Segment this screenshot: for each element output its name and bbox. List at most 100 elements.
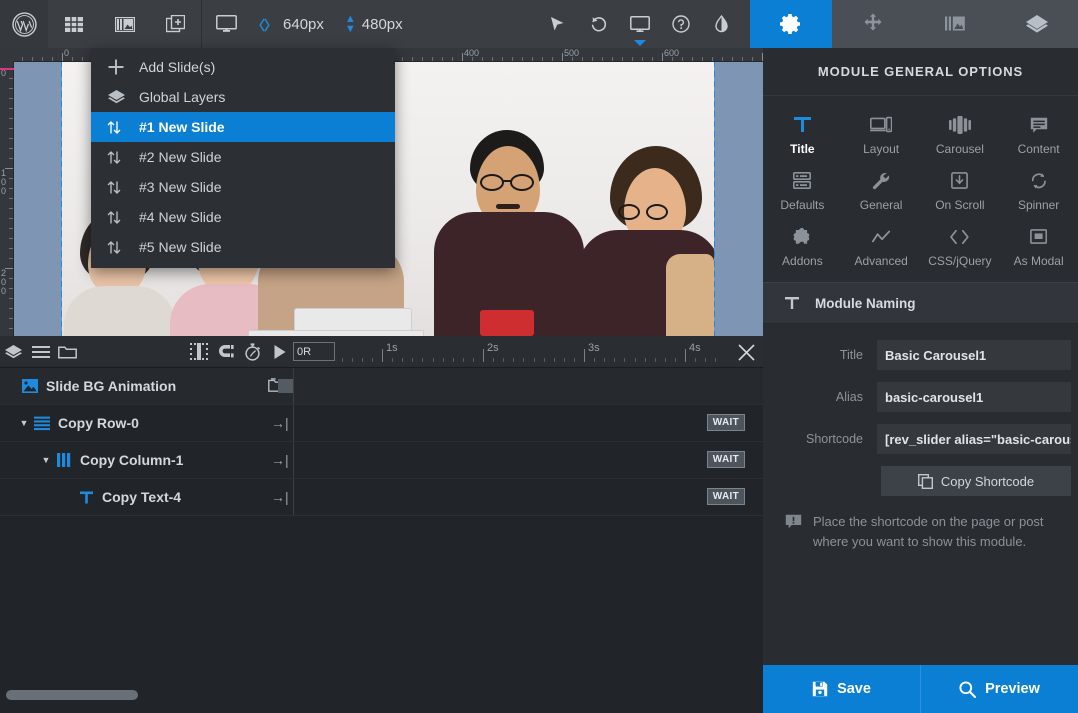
layer-track[interactable]: WAIT — [293, 405, 763, 441]
dropdown-item-4[interactable]: #3 New Slide — [91, 172, 395, 202]
shortcode-field[interactable]: [rev_slider alias="basic-carousel1"][/re… — [877, 424, 1071, 454]
dropdown-item-label: #1 New Slide — [139, 119, 225, 135]
panel-title: MODULE GENERAL OPTIONS — [763, 48, 1078, 96]
layer-track[interactable]: WAIT — [293, 479, 763, 515]
search-icon — [959, 680, 977, 698]
snap-grid-icon[interactable] — [185, 336, 212, 368]
bg-animation-block[interactable] — [278, 379, 294, 393]
shortcode-hint: Place the shortcode on the page or post … — [763, 496, 1078, 552]
text-icon — [74, 491, 98, 504]
tab-as-modal[interactable]: As Modal — [999, 218, 1078, 274]
slides-dropdown-menu[interactable]: Add Slide(s) Global Layers #1 New Slide #2 … — [91, 48, 395, 268]
wait-badge[interactable]: WAIT — [706, 451, 745, 468]
tab-label: CSS/jQuery — [928, 253, 992, 268]
carousel-icon — [948, 113, 971, 137]
module-naming-form: Title Basic Carousel1 Alias basic-carousel1… — [763, 324, 1078, 454]
timeline-ruler[interactable]: 1s 2s 3s 4s — [335, 336, 730, 368]
chevron-down-icon[interactable]: ▼ — [40, 455, 52, 465]
tab-on-scroll[interactable]: On Scroll — [921, 162, 1000, 218]
tab-title[interactable]: Title — [763, 106, 842, 162]
save-button[interactable]: Save — [763, 665, 920, 713]
timeline-row[interactable]: ▼ Copy Column-1 →| WAIT — [0, 442, 763, 479]
layer-track[interactable]: WAIT — [293, 442, 763, 478]
dropdown-item-5[interactable]: #4 New Slide — [91, 202, 395, 232]
magnet-icon[interactable] — [212, 336, 239, 368]
timeline-row[interactable]: ▼ Copy Row-0 →| WAIT — [0, 405, 763, 442]
tab-label: Content — [1017, 141, 1060, 156]
undo-icon[interactable] — [578, 0, 619, 48]
grid-view-icon[interactable] — [48, 0, 99, 48]
contrast-icon[interactable] — [701, 0, 742, 48]
wordpress-logo-icon[interactable] — [0, 0, 48, 48]
tab-layout[interactable]: Layout — [842, 106, 921, 162]
preview-label: Preview — [985, 681, 1040, 697]
tab-defaults[interactable]: Defaults — [763, 162, 842, 218]
dropdown-item-3[interactable]: #2 New Slide — [91, 142, 395, 172]
module-options-gear-button[interactable] — [750, 0, 832, 48]
end-time-icon[interactable]: →| — [271, 452, 289, 468]
transform-move-button[interactable] — [832, 0, 914, 48]
info-icon — [785, 514, 802, 552]
help-icon[interactable] — [660, 0, 701, 48]
tab-label: Carousel — [935, 141, 984, 156]
timeline-row[interactable]: Copy Text-4 →| WAIT — [0, 479, 763, 516]
layers-button[interactable] — [996, 0, 1078, 48]
layer-row-name[interactable]: Copy Text-4 — [0, 479, 293, 515]
slides-button[interactable] — [914, 0, 996, 48]
tab-label: Addons — [782, 253, 823, 268]
layer-row-name[interactable]: ▼ Copy Column-1 — [0, 442, 293, 478]
dropdown-item-0[interactable]: Add Slide(s) — [91, 52, 395, 82]
height-resize-icon: ▲ ▼ — [344, 13, 356, 35]
layer-row-name[interactable]: ▼ Copy Row-0 — [0, 405, 293, 441]
timeline-horizontal-scrollbar[interactable] — [6, 690, 763, 705]
chevron-down-icon[interactable]: ▼ — [18, 418, 30, 428]
tab-spinner[interactable]: Spinner — [999, 162, 1078, 218]
dropdown-item-1[interactable]: Global Layers — [91, 82, 395, 112]
vertical-ruler: 0100200 — [0, 48, 14, 336]
tab-css-jquery[interactable]: CSS/jQuery — [921, 218, 1000, 274]
ruler-corner — [0, 48, 14, 62]
end-time-icon[interactable]: →| — [271, 489, 289, 505]
tab-addons[interactable]: Addons — [763, 218, 842, 274]
timeline-folder-icon[interactable] — [54, 336, 81, 368]
wait-badge[interactable]: WAIT — [706, 414, 745, 431]
timeline-layers-icon[interactable] — [0, 336, 27, 368]
canvas-height-value[interactable]: 480px — [362, 16, 403, 33]
tab-carousel[interactable]: Carousel — [921, 106, 1000, 162]
dropdown-item-2[interactable]: #1 New Slide — [91, 112, 395, 142]
timeline-list-icon[interactable] — [27, 336, 54, 368]
tab-content[interactable]: Content — [999, 106, 1078, 162]
end-time-icon[interactable]: →| — [271, 415, 289, 431]
add-slide-icon[interactable] — [150, 0, 201, 48]
stopwatch-icon[interactable] — [239, 336, 266, 368]
play-icon[interactable] — [266, 336, 293, 368]
timeline-close-icon[interactable] — [730, 336, 763, 368]
canvas-width-value[interactable]: 640px — [283, 16, 324, 33]
layer-track[interactable] — [293, 368, 763, 404]
timeline-time-input[interactable]: 0R — [293, 342, 335, 361]
preview-device-icon[interactable] — [619, 0, 660, 48]
dropdown-item-label: #3 New Slide — [139, 179, 222, 195]
dropdown-item-label: Add Slide(s) — [139, 59, 216, 75]
tab-advanced[interactable]: Advanced — [842, 218, 921, 274]
scrollbar-thumb[interactable] — [6, 690, 138, 700]
alias-field[interactable]: basic-carousel1 — [877, 382, 1071, 412]
copy-shortcode-button[interactable]: Copy Shortcode — [881, 466, 1071, 496]
preview-button[interactable]: Preview — [920, 665, 1078, 713]
title-field[interactable]: Basic Carousel1 — [877, 340, 1071, 370]
desktop-icon[interactable] — [216, 15, 237, 33]
save-label: Save — [837, 681, 871, 697]
content-icon — [1030, 113, 1048, 137]
layer-row-name[interactable]: Slide BG Animation — [0, 368, 293, 404]
cursor-icon[interactable] — [537, 0, 578, 48]
panel-footer: Save Preview — [763, 665, 1078, 713]
slide-preview-icon[interactable] — [99, 0, 150, 48]
timeline-row[interactable]: Slide BG Animation — [0, 368, 763, 405]
dropdown-item-6[interactable]: #5 New Slide — [91, 232, 395, 262]
timeline-toolbar: 0R 1s 2s 3s 4s — [0, 336, 763, 368]
tab-general[interactable]: General — [842, 162, 921, 218]
form-row: Alias basic-carousel1 — [763, 382, 1078, 412]
sort-arrows-icon — [107, 240, 137, 255]
save-icon — [812, 681, 828, 697]
wait-badge[interactable]: WAIT — [706, 488, 745, 505]
